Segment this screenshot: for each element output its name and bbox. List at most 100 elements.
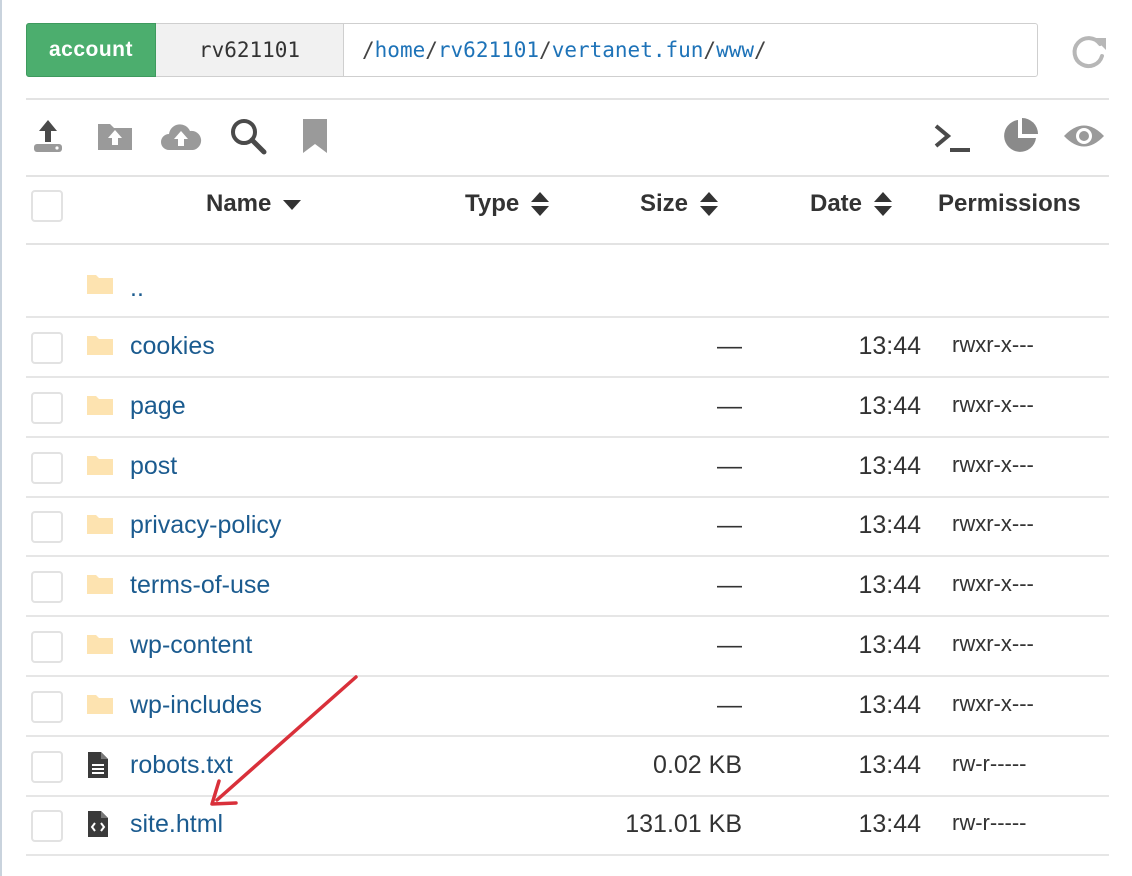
row-checkbox[interactable]	[31, 631, 63, 663]
table-row[interactable]: privacy-policy — 13:44 rwxr-x---	[26, 497, 1109, 558]
table-row[interactable]: wp-includes — 13:44 rwxr-x---	[26, 677, 1109, 737]
file-size: —	[717, 332, 742, 360]
file-permissions: rwxr-x---	[952, 332, 1034, 357]
file-name-link[interactable]: site.html	[130, 810, 223, 839]
folder-icon	[86, 512, 114, 541]
file-name-link[interactable]: wp-content	[130, 631, 252, 660]
pie-chart-icon[interactable]	[998, 114, 1042, 158]
file-size: —	[717, 631, 742, 659]
sort-icon	[531, 192, 550, 216]
parent-directory-link[interactable]: ..	[130, 274, 144, 303]
column-header-type[interactable]: Type	[465, 190, 551, 218]
upload-icon[interactable]	[26, 114, 70, 158]
breadcrumb-separator: /	[703, 38, 717, 62]
divider	[26, 98, 1109, 100]
refresh-icon[interactable]	[1066, 30, 1110, 74]
row-checkbox[interactable]	[31, 332, 63, 364]
terminal-icon[interactable]	[930, 114, 974, 158]
row-checkbox[interactable]	[31, 750, 63, 783]
file-date: 13:44	[858, 690, 921, 719]
column-label-name: Name	[206, 190, 272, 217]
account-name: rv621101	[156, 24, 344, 76]
table-row[interactable]: wp-content — 13:44 rwxr-x---	[26, 617, 1109, 677]
eye-icon[interactable]	[1062, 114, 1106, 158]
file-permissions: rwxr-x---	[952, 511, 1034, 537]
search-icon[interactable]	[226, 114, 270, 158]
parent-directory-row[interactable]: ..	[26, 258, 1109, 318]
row-checkbox[interactable]	[31, 810, 63, 843]
file-name-link[interactable]: robots.txt	[130, 751, 233, 780]
file-date: 13:44	[858, 451, 921, 480]
bookmark-icon[interactable]	[293, 114, 337, 158]
file-date: 13:44	[858, 511, 921, 540]
file-date: 13:44	[858, 391, 921, 420]
column-label-size: Size	[640, 190, 689, 217]
file-date: 13:44	[858, 631, 921, 659]
sort-icon	[700, 192, 719, 216]
table-row[interactable]: terms-of-use — 13:44 rwxr-x---	[26, 557, 1109, 618]
file-permissions: rw-r-----	[952, 810, 1027, 836]
file-permissions: rwxr-x---	[952, 631, 1034, 656]
breadcrumb-domain[interactable]: vertanet.fun	[552, 38, 704, 62]
breadcrumb-separator: /	[425, 38, 438, 62]
row-checkbox[interactable]	[31, 571, 63, 604]
file-permissions: rwxr-x---	[952, 690, 1034, 716]
folder-icon	[86, 572, 114, 601]
table-row[interactable]: page — 13:44 rwxr-x---	[26, 378, 1109, 438]
file-size: —	[717, 451, 742, 480]
column-header-date[interactable]: Date	[810, 190, 894, 218]
divider	[26, 175, 1109, 177]
sort-icon	[874, 192, 893, 216]
column-label-permissions: Permissions	[938, 190, 1081, 217]
folder-icon	[86, 692, 114, 721]
breadcrumb-home[interactable]: home	[375, 38, 426, 62]
code-file-icon	[86, 810, 110, 843]
row-divider	[26, 854, 1109, 857]
file-name-link[interactable]: post	[130, 452, 177, 481]
row-checkbox[interactable]	[31, 511, 63, 544]
breadcrumb-account[interactable]: rv621101	[438, 38, 539, 62]
row-checkbox[interactable]	[31, 451, 63, 484]
breadcrumb-www[interactable]: www	[716, 38, 754, 62]
breadcrumb: / home / rv621101/vertanet.fun / www /	[344, 24, 1037, 76]
column-header-name[interactable]: Name	[206, 190, 303, 218]
file-size: —	[717, 511, 742, 540]
file-permissions: rwxr-x---	[952, 451, 1034, 477]
account-badge[interactable]: account	[26, 23, 156, 77]
folder-icon	[86, 393, 114, 422]
folder-icon	[86, 453, 114, 482]
divider	[26, 243, 1109, 245]
select-all-checkbox[interactable]	[31, 190, 63, 222]
file-size: —	[717, 690, 742, 719]
file-date: 13:44	[858, 571, 921, 600]
column-label-date: Date	[810, 190, 863, 217]
cloud-upload-icon[interactable]	[159, 114, 203, 158]
file-permissions: rwxr-x---	[952, 391, 1034, 417]
file-name-link[interactable]: privacy-policy	[130, 511, 281, 540]
breadcrumb-separator: /	[539, 38, 552, 62]
table-row[interactable]: cookies — 13:44 rwxr-x---	[26, 318, 1109, 378]
row-checkbox[interactable]	[31, 391, 63, 424]
file-name-link[interactable]: cookies	[130, 332, 215, 361]
table-row[interactable]: post — 13:44 rwxr-x---	[26, 438, 1109, 498]
file-permissions: rwxr-x---	[952, 571, 1034, 597]
text-file-icon	[86, 751, 110, 784]
breadcrumb-separator: /	[754, 38, 767, 62]
breadcrumb-separator: /	[362, 38, 375, 62]
path-bar: account rv621101 /home / rv621101/vertanet…	[26, 23, 1038, 77]
table-row[interactable]: robots.txt 0.02 KB 13:44 rw-r-----	[26, 737, 1109, 797]
upload-folder-icon[interactable]	[93, 114, 137, 158]
column-header-permissions[interactable]: Permissions	[938, 190, 1081, 218]
folder-icon	[86, 632, 114, 661]
table-row[interactable]: site.html 131.01 KB 13:44 rw-r-----	[26, 796, 1109, 857]
column-label-type: Type	[465, 190, 520, 217]
row-checkbox[interactable]	[31, 690, 63, 723]
file-name-link[interactable]: terms-of-use	[130, 571, 270, 600]
column-header-size[interactable]: Size	[640, 190, 720, 218]
file-size: 131.01 KB	[625, 810, 742, 839]
file-size: —	[717, 391, 742, 420]
file-size: 0.02 KB	[653, 750, 742, 779]
file-name-link[interactable]: page	[130, 392, 186, 421]
window-edge	[0, 0, 2, 876]
file-name-link[interactable]: wp-includes	[130, 691, 262, 720]
